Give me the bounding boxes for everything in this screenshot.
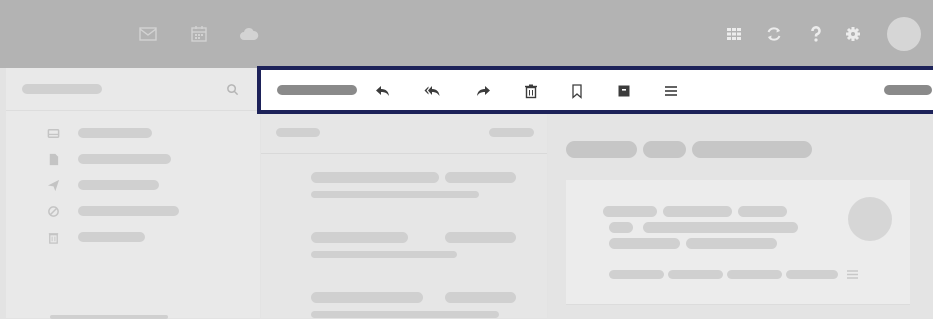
message-list-header xyxy=(261,112,547,154)
sender-avatar xyxy=(848,197,892,241)
mail-icon[interactable] xyxy=(136,22,160,46)
bookmark-icon[interactable] xyxy=(567,81,587,101)
search-placeholder xyxy=(22,84,102,94)
subject-placeholder xyxy=(692,141,812,158)
from-placeholder xyxy=(663,206,732,217)
folder-label xyxy=(78,128,152,138)
sent-icon xyxy=(46,178,60,192)
menu-icon[interactable] xyxy=(661,81,681,101)
folder-label xyxy=(78,180,159,190)
archive-icon[interactable] xyxy=(614,81,634,101)
folder-label xyxy=(78,154,171,164)
forward-icon[interactable] xyxy=(473,81,493,101)
message-card xyxy=(566,180,910,305)
date-placeholder xyxy=(445,292,516,303)
date-placeholder xyxy=(445,232,516,243)
delete-icon[interactable] xyxy=(521,81,541,101)
subject-placeholder xyxy=(566,141,637,158)
detail-placeholder xyxy=(727,270,782,279)
to-placeholder xyxy=(643,222,798,233)
cloud-icon[interactable] xyxy=(237,22,261,46)
apps-grid-icon[interactable] xyxy=(722,22,746,46)
reply-all-icon[interactable] xyxy=(422,81,442,101)
detail-placeholder xyxy=(609,270,664,279)
sidebar-footer-bar xyxy=(50,315,168,319)
refresh-icon[interactable] xyxy=(762,22,786,46)
detail-placeholder xyxy=(786,270,838,279)
sender-placeholder xyxy=(311,232,408,243)
search-icon[interactable] xyxy=(225,82,239,96)
drafts-icon xyxy=(46,152,60,166)
sidebar-search[interactable] xyxy=(6,68,260,111)
inbox-icon xyxy=(46,126,60,140)
to-placeholder xyxy=(609,222,633,233)
message-toolbar xyxy=(257,66,933,114)
toolbar-action-placeholder[interactable] xyxy=(884,85,932,95)
toolbar-title-placeholder xyxy=(277,85,357,95)
subject-placeholder xyxy=(643,141,686,158)
sender-placeholder xyxy=(311,292,423,303)
trash-icon xyxy=(46,230,60,244)
subject-placeholder xyxy=(311,311,499,318)
folder-label xyxy=(78,232,145,242)
sender-placeholder xyxy=(311,172,439,183)
subject-placeholder xyxy=(311,191,479,198)
list-title-placeholder xyxy=(276,128,320,137)
from-placeholder xyxy=(738,206,787,217)
help-icon[interactable] xyxy=(804,22,828,46)
subject-placeholder xyxy=(311,251,457,258)
spam-icon xyxy=(46,204,60,218)
app-header xyxy=(0,0,933,68)
reply-icon[interactable] xyxy=(373,81,393,101)
user-avatar[interactable] xyxy=(887,17,921,51)
detail-placeholder xyxy=(668,270,723,279)
cc-placeholder xyxy=(686,238,777,249)
more-options-icon[interactable] xyxy=(846,268,859,281)
date-placeholder xyxy=(445,172,516,183)
sidebar xyxy=(6,68,260,319)
cc-placeholder xyxy=(609,238,680,249)
list-sort-placeholder[interactable] xyxy=(489,128,534,137)
calendar-icon[interactable] xyxy=(187,22,211,46)
from-placeholder xyxy=(603,206,657,217)
folder-label xyxy=(78,206,179,216)
settings-icon[interactable] xyxy=(841,22,865,46)
